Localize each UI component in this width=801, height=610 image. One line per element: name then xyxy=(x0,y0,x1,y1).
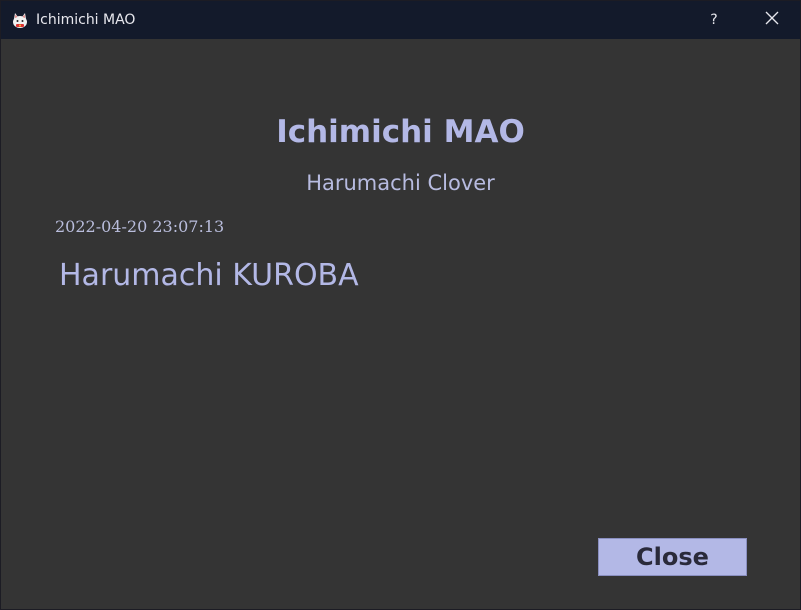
app-subtitle: Harumachi Clover xyxy=(306,171,495,195)
close-button[interactable]: Close xyxy=(598,538,747,576)
window-title: Ichimichi MAO xyxy=(36,12,136,28)
build-timestamp: 2022-04-20 23:07:13 xyxy=(55,217,225,236)
app-title: Ichimichi MAO xyxy=(276,114,525,150)
title-bar[interactable]: Ichimichi MAO ? xyxy=(1,1,800,39)
close-icon xyxy=(765,11,779,30)
cat-mascot-icon xyxy=(10,10,30,30)
about-dialog-window: Ichimichi MAO ? Ichimichi MAO Harumachi … xyxy=(0,0,801,610)
author-name: Harumachi KUROBA xyxy=(59,258,359,293)
window-close-button[interactable] xyxy=(749,1,795,39)
help-button[interactable]: ? xyxy=(691,1,737,39)
